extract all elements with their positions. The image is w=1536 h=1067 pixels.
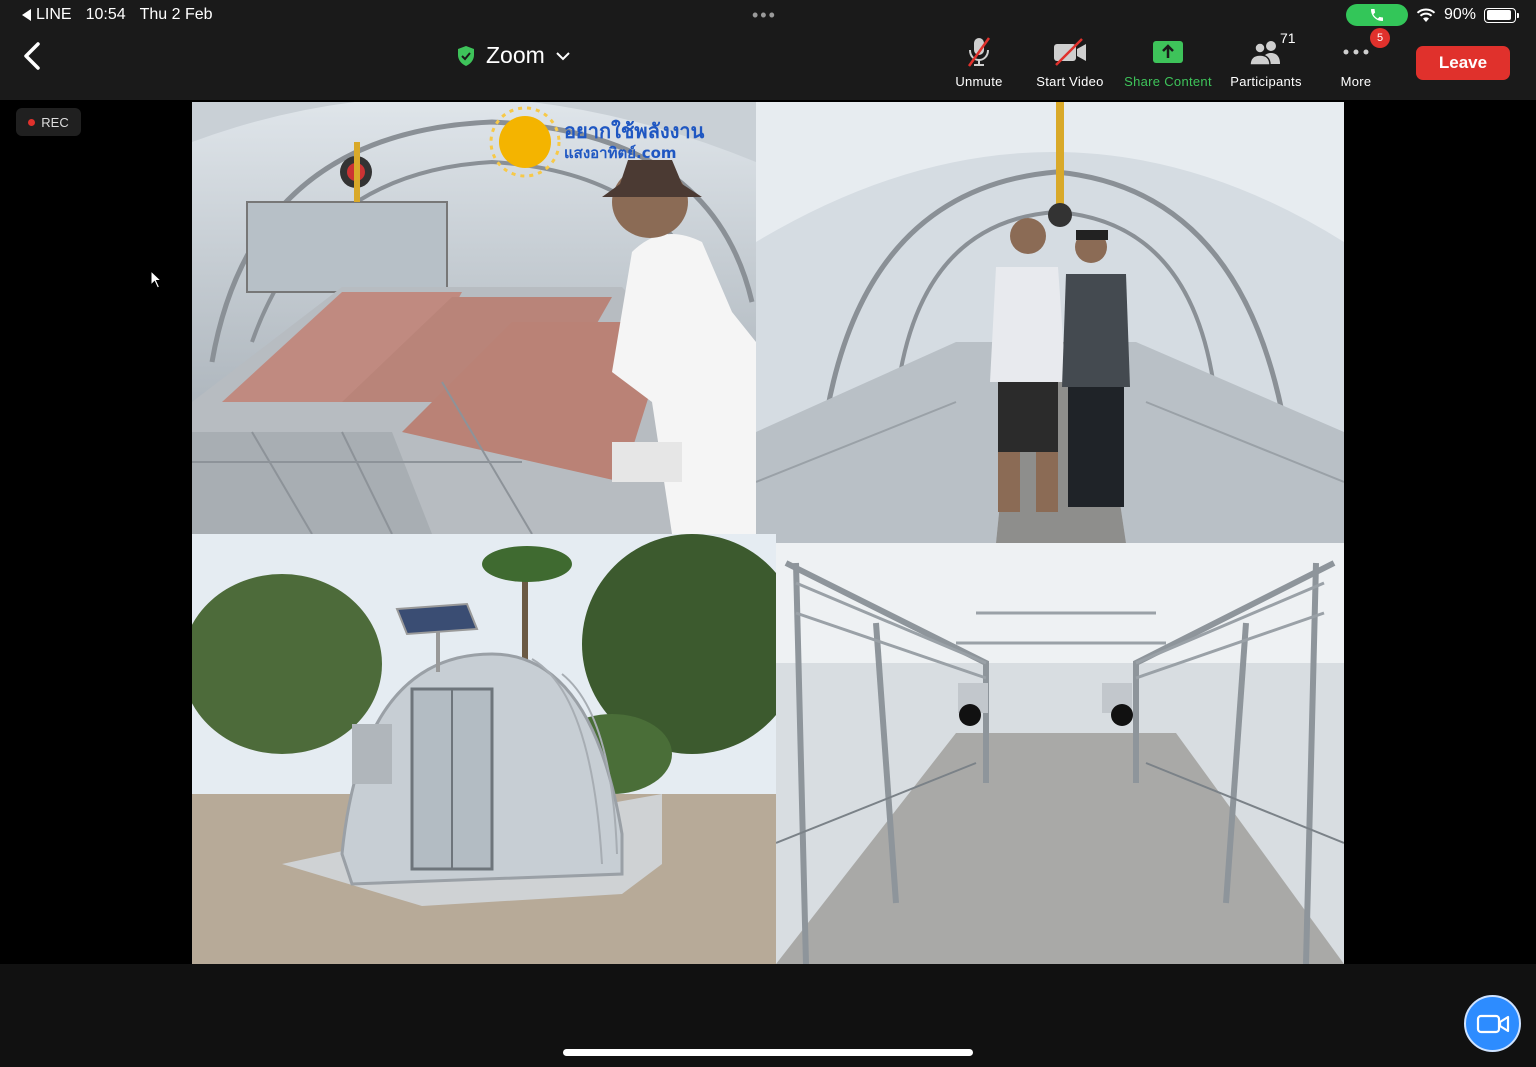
shared-screen: อยากใช้พลังงาน แสงอาทิตย์.com (192, 102, 1344, 964)
recording-label: REC (41, 114, 69, 130)
participants-icon (1249, 41, 1280, 66)
microphone-muted-icon (967, 37, 991, 67)
status-bar: LINE 10:54 Thu 2 Feb ••• 90% (0, 0, 1536, 30)
chevron-down-icon (556, 51, 570, 60)
recording-badge: REC (16, 108, 81, 136)
meeting-title: Zoom (486, 42, 545, 68)
back-triangle-icon (22, 9, 31, 21)
back-button[interactable] (18, 40, 48, 74)
back-to-app[interactable]: LINE (22, 6, 72, 24)
photo-empty-interior-racks (776, 543, 1344, 964)
participants-count: 71 (1280, 30, 1296, 46)
status-right: 90% (1345, 4, 1519, 26)
chevron-left-icon (24, 42, 40, 70)
share-content-button[interactable]: Share Content (1120, 36, 1216, 89)
start-video-button[interactable]: Start Video (1022, 36, 1118, 89)
photo-dryer-exterior-solar-panel (192, 534, 776, 964)
more-notification-badge: 5 (1370, 28, 1390, 48)
battery-percent: 90% (1443, 6, 1476, 23)
back-app-label: LINE (36, 6, 72, 23)
status-time: 10:54 (85, 6, 126, 23)
meeting-title-dropdown[interactable]: Zoom (456, 42, 571, 69)
share-content-label: Share Content (1124, 74, 1212, 89)
status-left: LINE 10:54 Thu 2 Feb (22, 6, 213, 24)
unmute-button[interactable]: Unmute (931, 36, 1027, 89)
watermark-line2: แสงอาทิตย์.com (564, 144, 677, 162)
floating-video-button[interactable] (1464, 995, 1521, 1052)
meeting-toolbar: Zoom Unmute Start Video Share Content 71… (0, 28, 1536, 100)
battery-fill (1486, 10, 1511, 20)
recording-dot-icon (28, 118, 36, 126)
wifi-icon (1416, 8, 1436, 22)
active-call-pill[interactable] (1345, 4, 1408, 26)
shield-check-icon (458, 45, 474, 66)
start-video-label: Start Video (1036, 74, 1104, 89)
share-screen-icon (1153, 41, 1183, 63)
unmute-label: Unmute (955, 74, 1003, 89)
photo-two-men-inside-dryer (756, 102, 1344, 543)
participants-label: Participants (1230, 74, 1302, 89)
watermark-line1: อยากใช้พลังงาน (564, 119, 705, 143)
leave-button[interactable]: Leave (1416, 46, 1510, 80)
video-off-icon (1054, 38, 1086, 66)
home-indicator[interactable] (563, 1049, 973, 1056)
more-button[interactable]: 5 More (1308, 28, 1404, 89)
pointer-cursor-icon (150, 270, 163, 289)
more-label: More (1340, 74, 1372, 89)
multitask-dots-icon[interactable]: ••• (752, 6, 777, 24)
photo-dryer-interior-chef: อยากใช้พลังงาน แสงอาทิตย์.com (192, 102, 756, 534)
battery-icon (1484, 7, 1519, 23)
status-date: Thu 2 Feb (139, 6, 213, 23)
participants-button[interactable]: 71 Participants (1218, 30, 1314, 89)
phone-icon (1370, 9, 1383, 21)
more-dots-icon (1343, 49, 1369, 55)
video-camera-icon (1476, 1014, 1509, 1033)
